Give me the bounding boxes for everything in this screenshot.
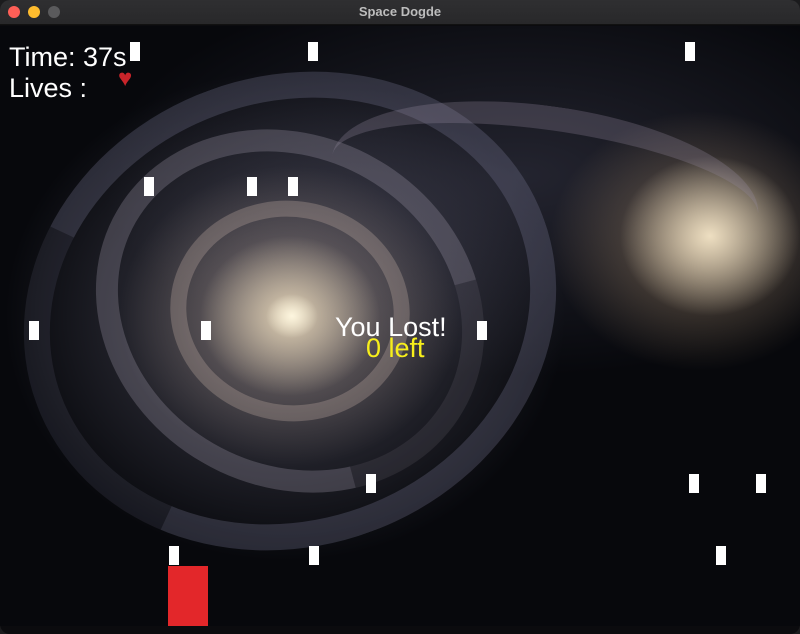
- asteroid: [247, 177, 257, 196]
- lives-label: Lives :: [9, 73, 88, 103]
- title-bar: Space Dogde: [0, 0, 800, 25]
- window-title: Space Dogde: [358, 4, 442, 19]
- remaining-counter: 0 left: [366, 333, 425, 363]
- asteroid: [201, 321, 211, 340]
- asteroid: [366, 474, 376, 493]
- time-counter: Time: 37s: [9, 42, 127, 72]
- asteroid: [144, 177, 154, 196]
- asteroid: [169, 546, 179, 565]
- game-window: Space Dogde Time: 37s Lives : ♥ You Lost…: [0, 0, 800, 634]
- asteroid: [756, 474, 766, 493]
- asteroid: [308, 42, 318, 61]
- asteroid: [689, 474, 699, 493]
- player-ship: [168, 566, 208, 626]
- asteroid: [29, 321, 39, 340]
- asteroid: [288, 177, 298, 196]
- galaxy-bridge-arm: [320, 76, 770, 296]
- asteroid: [685, 42, 695, 61]
- game-canvas[interactable]: Time: 37s Lives : ♥ You Lost! 0 left: [0, 26, 800, 626]
- asteroid: [477, 321, 487, 340]
- asteroid: [716, 546, 726, 565]
- heart-icon: ♥: [118, 65, 133, 92]
- asteroid: [130, 42, 140, 61]
- asteroid: [309, 546, 319, 565]
